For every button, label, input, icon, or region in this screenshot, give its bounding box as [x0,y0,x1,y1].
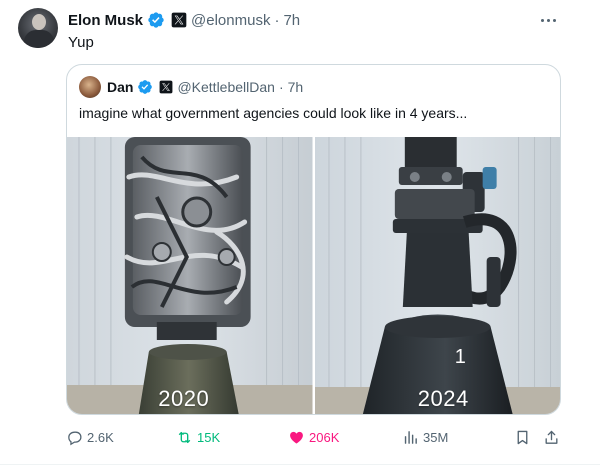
quoted-media: 2020 1 2024 [67,137,560,414]
repost-icon [178,431,191,443]
more-dot [540,18,544,22]
share-button[interactable] [543,429,560,446]
views-count: 35M [423,429,449,445]
media-image-2020-engine[interactable]: 2020 [67,137,313,414]
tweet-time[interactable]: 7h [283,12,300,29]
quoted-header: Dan @KettlebellDan · 7h [79,76,304,98]
avatar-head-shape [32,14,46,30]
reply-button[interactable]: 2.6K [66,429,114,446]
engine-2024-illustration: 1 [314,137,560,414]
tweet-header: Elon Musk @elonmusk · 7h [68,10,300,30]
quoted-time[interactable]: 7h [288,79,304,95]
quoted-separator: · [278,79,284,95]
engine-2020-illustration [67,137,313,414]
like-button[interactable]: 206K [288,429,339,446]
tweet-actions: 2.6K 15K 206K 35M [66,427,561,447]
like-count: 206K [309,429,340,445]
more-dot [552,18,556,22]
tweet[interactable]: Elon Musk @elonmusk · 7h Yup Dan @Kettle… [0,0,600,465]
share-icon [545,430,558,444]
header-separator: · [274,11,280,29]
x-logo-icon [171,12,187,28]
heart-icon [290,431,303,444]
quoted-avatar[interactable] [79,76,101,98]
avatar-body-shape [24,30,54,48]
verified-badge-icon [148,12,164,28]
author-handle[interactable]: @elonmusk [191,12,270,29]
quoted-author-handle[interactable]: @KettlebellDan [177,79,275,95]
engine-number-marking: 1 [454,346,465,368]
views-chart-icon [404,430,417,444]
author-avatar[interactable] [18,8,58,48]
quoted-tweet[interactable]: Dan @KettlebellDan · 7h imagine what gov… [66,64,561,415]
reply-count: 2.6K [87,429,114,445]
verified-badge-icon [138,80,153,94]
image-year-label: 2020 [158,386,210,411]
tweet-text: Yup [68,34,94,51]
more-dot [546,18,550,22]
media-image-2024-engine[interactable]: 1 2024 [314,137,560,414]
reply-icon [68,431,82,445]
repost-button[interactable]: 15K [176,429,220,446]
image-year-label: 2024 [417,386,469,411]
author-name[interactable]: Elon Musk [68,12,143,29]
repost-count: 15K [197,429,221,445]
quoted-author-name[interactable]: Dan [107,79,133,95]
more-icon[interactable] [536,10,560,30]
quoted-text: imagine what government agencies could l… [79,105,468,121]
views-button[interactable]: 35M [402,429,448,446]
x-logo-icon [160,80,173,94]
bookmark-button[interactable] [514,429,531,446]
bookmark-icon [517,430,528,444]
